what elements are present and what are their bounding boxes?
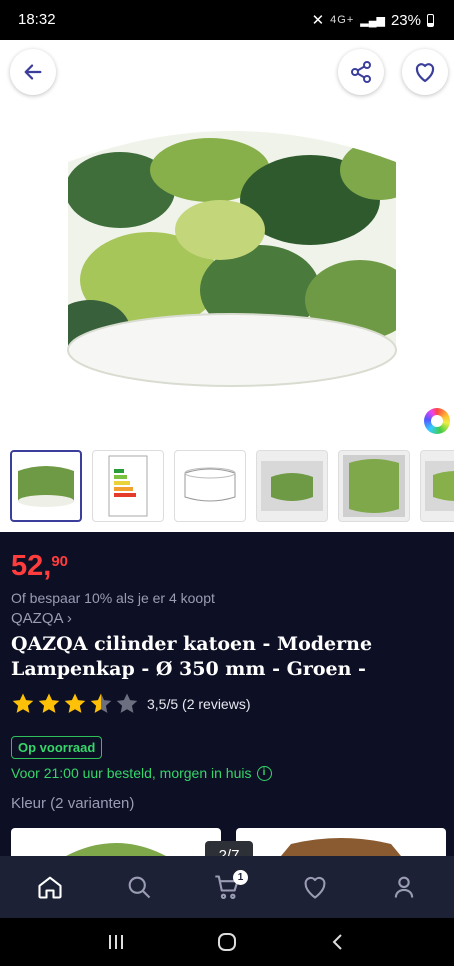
signal-icon: ▂▄▆ xyxy=(360,14,385,27)
recent-apps-icon[interactable] xyxy=(104,932,128,952)
back-button[interactable] xyxy=(10,49,56,95)
star-icon xyxy=(64,693,86,713)
nav-wishlist[interactable] xyxy=(290,862,340,912)
thumbnail-strip[interactable] xyxy=(0,438,454,532)
rating-text[interactable]: 3,5/5 (2 reviews) xyxy=(147,696,250,712)
cart-badge: 1 xyxy=(232,870,248,885)
star-icon xyxy=(38,693,60,713)
color-variant-copper[interactable] xyxy=(236,828,446,856)
star-icon xyxy=(12,693,34,713)
brand-link[interactable]: QAZQA › xyxy=(11,610,72,627)
bulk-offer: Of bespaar 10% als je er 4 koopt xyxy=(11,590,215,606)
color-variants-label: Kleur (2 varianten) xyxy=(11,795,135,812)
star-half-icon xyxy=(90,693,112,713)
lampshade-closeup-thumb-icon xyxy=(343,455,405,517)
status-bar: 18:32 ✕ 4G+ ▂▄▆ 23% xyxy=(0,0,454,40)
color-picker-icon[interactable] xyxy=(424,408,450,434)
user-icon xyxy=(394,876,413,898)
product-info: 52,90 Of bespaar 10% als je er 4 koopt Q… xyxy=(0,532,454,856)
nav-home[interactable] xyxy=(25,862,75,912)
rating[interactable]: 3,5/5 (2 reviews) xyxy=(11,692,250,716)
battery-icon xyxy=(427,13,434,27)
price: 52,90 xyxy=(11,550,68,583)
thumbnail-1[interactable] xyxy=(10,450,82,522)
mute-icon: ✕ xyxy=(311,12,325,29)
system-navigation-bar xyxy=(0,918,454,966)
price-cents: 90 xyxy=(51,553,69,570)
bottom-navigation: 1 xyxy=(0,856,454,918)
lampshade-thumb-icon xyxy=(425,461,454,511)
search-icon xyxy=(128,876,150,899)
thumbnail-3[interactable] xyxy=(174,450,246,522)
share-button[interactable] xyxy=(338,49,384,95)
status-icons: ✕ 4G+ ▂▄▆ 23% xyxy=(312,11,434,29)
product-image-gallery[interactable] xyxy=(0,40,454,438)
thumbnail-4[interactable] xyxy=(256,450,328,522)
info-icon[interactable]: i xyxy=(256,765,272,781)
nav-account[interactable] xyxy=(379,862,429,912)
heart-icon xyxy=(304,876,326,899)
thumbnail-6[interactable] xyxy=(420,450,454,522)
dimension-drawing-icon xyxy=(184,467,236,502)
lampshade-room-thumb-icon xyxy=(261,461,323,511)
home-icon xyxy=(38,876,62,899)
thumbnail-5[interactable] xyxy=(338,450,410,522)
variant-copper-image xyxy=(281,838,401,856)
price-euros: 52, xyxy=(11,550,52,582)
color-variant-green[interactable] xyxy=(11,828,221,856)
star-empty-icon xyxy=(116,693,137,713)
arrow-left-icon xyxy=(24,64,42,80)
nav-search[interactable] xyxy=(114,862,164,912)
thumbnail-2[interactable] xyxy=(92,450,164,522)
product-image-lampshade xyxy=(67,131,397,387)
network-type: 4G+ xyxy=(330,14,355,26)
stock-badge: Op voorraad xyxy=(11,736,103,759)
share-icon xyxy=(351,61,371,83)
rating-stars xyxy=(12,693,137,713)
system-back-icon[interactable] xyxy=(326,930,350,954)
delivery-info: Voor 21:00 uur besteld, morgen in huis i xyxy=(11,765,272,781)
status-time: 18:32 xyxy=(18,11,56,28)
lampshade-thumb-icon xyxy=(18,466,74,507)
favorite-button[interactable] xyxy=(402,49,448,95)
heart-icon xyxy=(415,63,435,83)
energy-label-icon xyxy=(108,455,148,517)
variant-green-image xyxy=(66,843,166,856)
nav-cart[interactable]: 1 xyxy=(202,862,252,912)
product-title: QAZQA cilinder katoen - Moderne Lampenka… xyxy=(11,633,373,680)
home-button-icon[interactable] xyxy=(215,930,239,954)
battery-percent: 23% xyxy=(390,11,421,29)
delivery-text: Voor 21:00 uur besteld, morgen in huis xyxy=(11,765,252,781)
